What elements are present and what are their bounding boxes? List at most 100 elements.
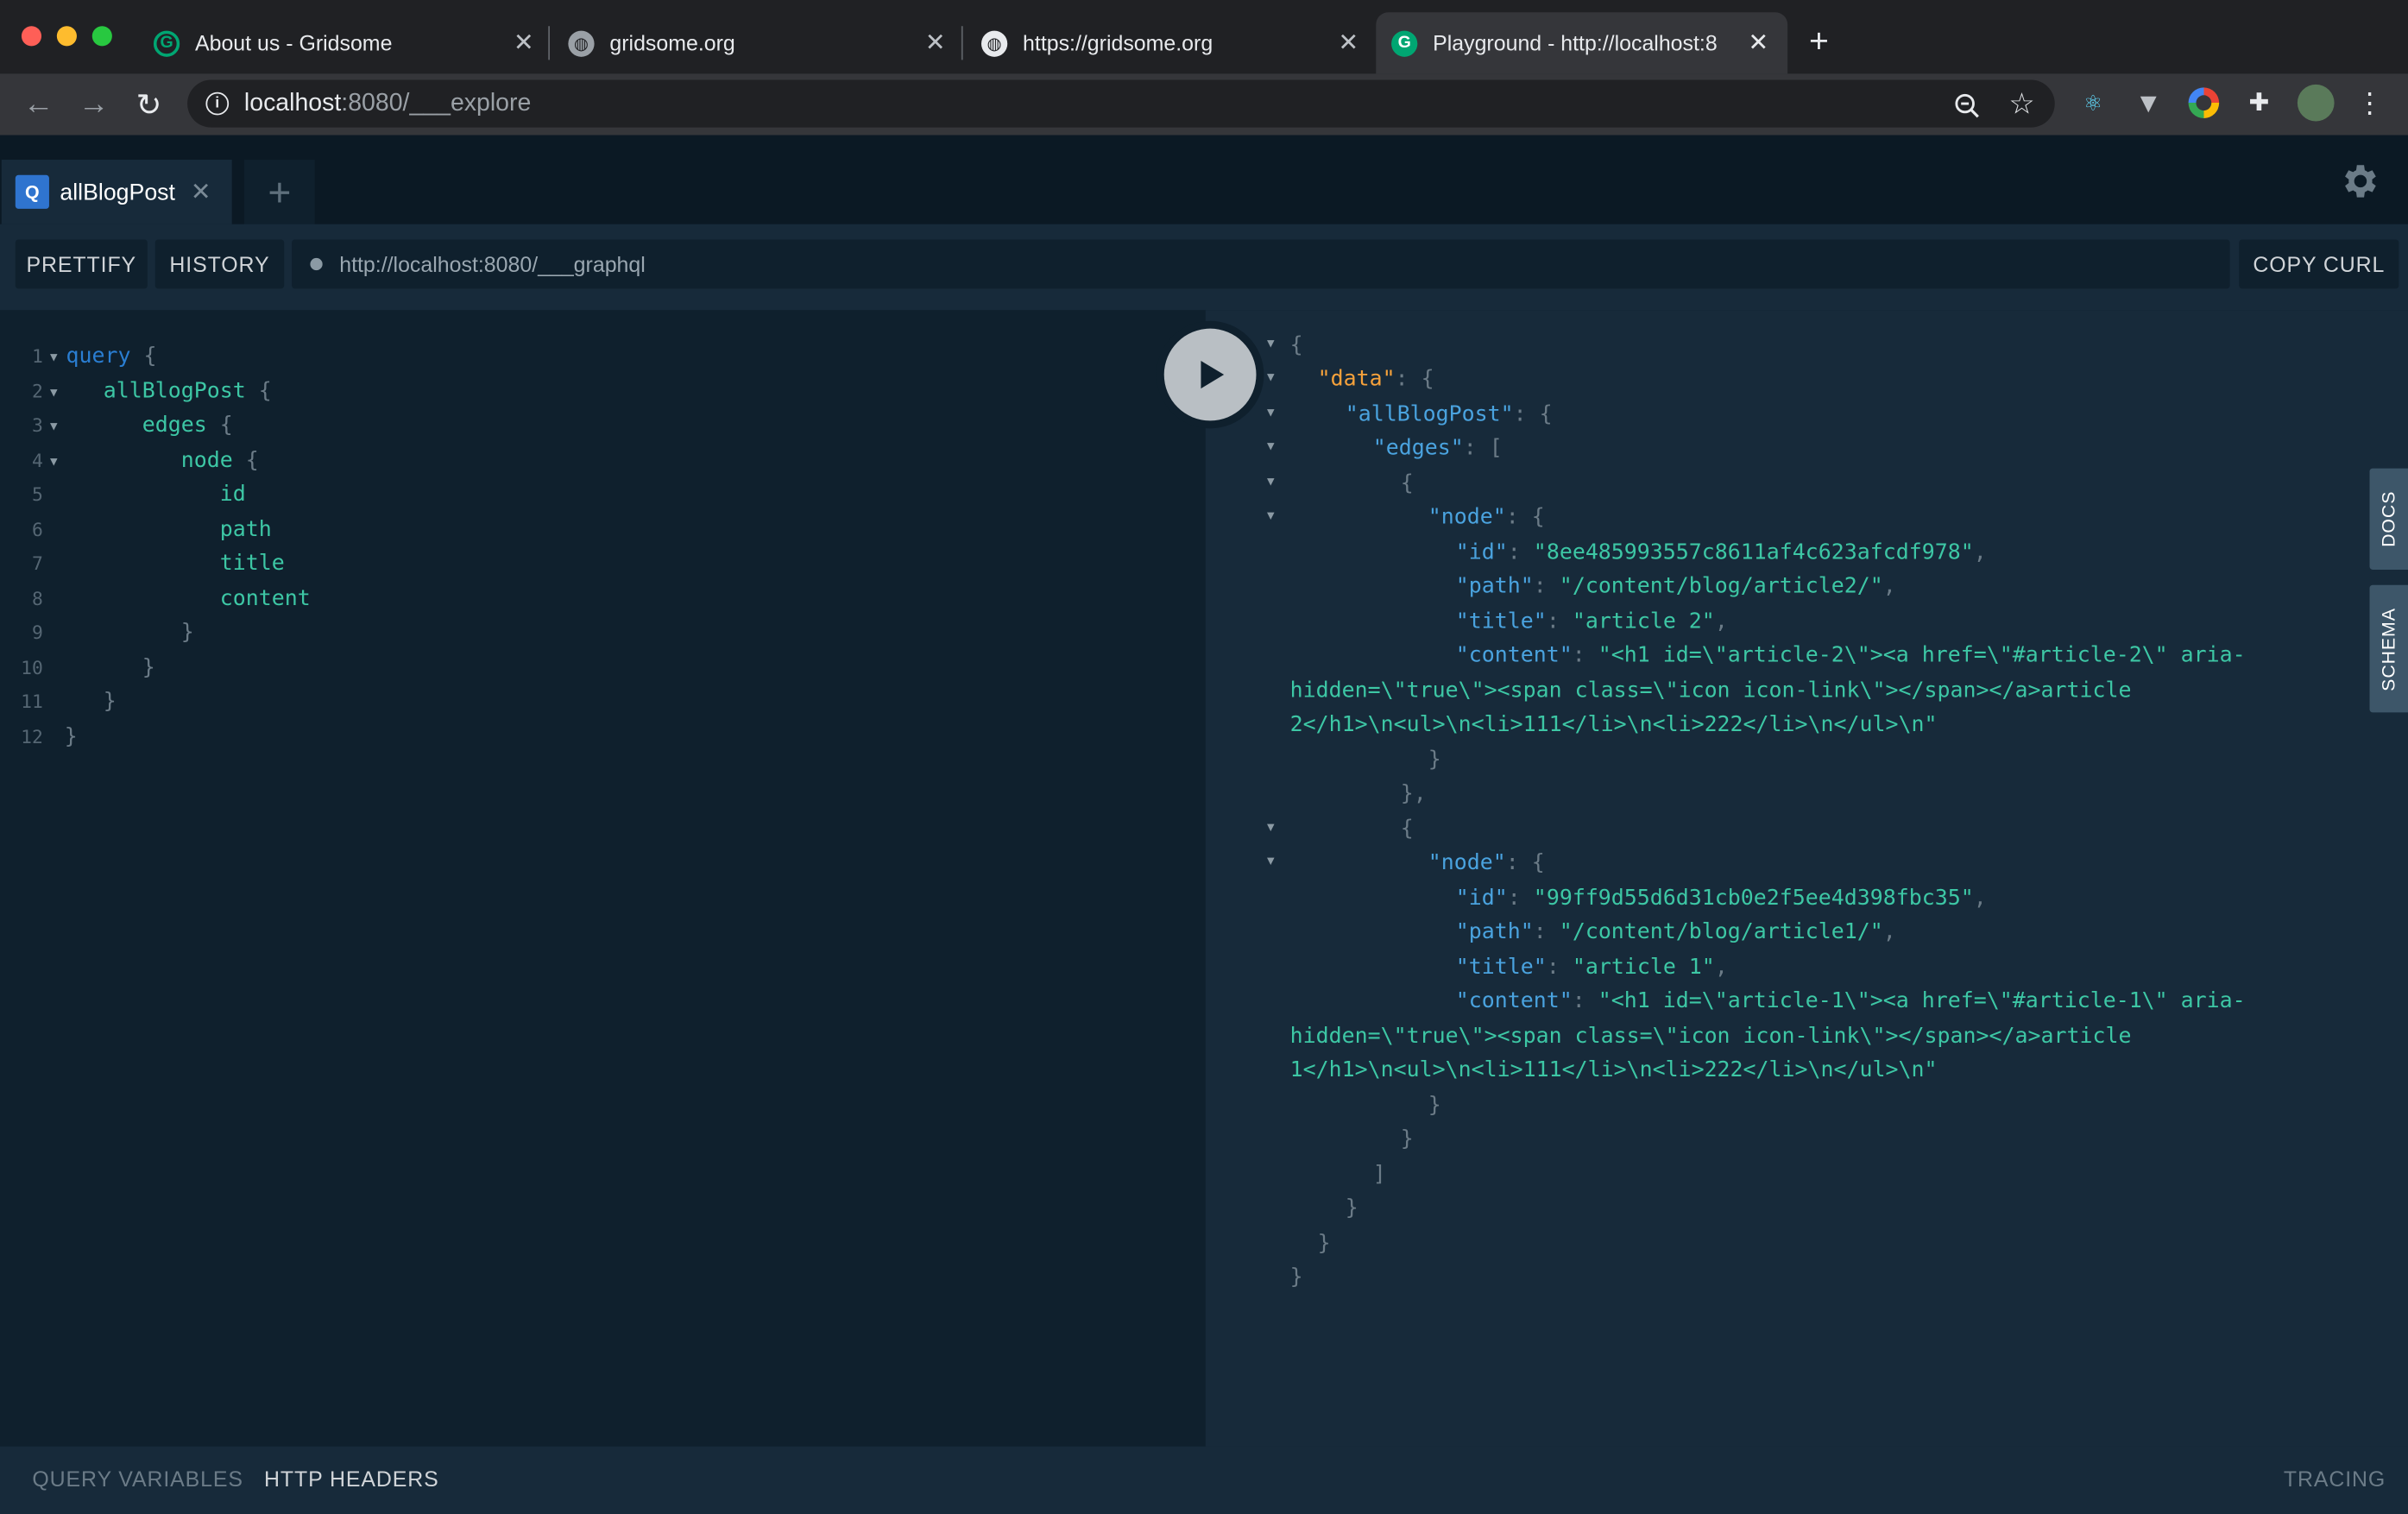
close-icon[interactable]: ✕ bbox=[1744, 28, 1772, 59]
code-line: 3 ▼ edges { bbox=[0, 408, 233, 442]
back-arrow-icon[interactable]: ← bbox=[20, 86, 57, 123]
bookmark-star-icon[interactable]: ☆ bbox=[2008, 87, 2034, 123]
result-viewer[interactable]: ▼ ▼ ▼ ▼ ▼ ▼ ▼ ▼ { "data": { "allBlogPost… bbox=[1205, 310, 2408, 1447]
json-line: { bbox=[1400, 471, 1414, 496]
maximize-window-button[interactable] bbox=[91, 26, 112, 47]
minimize-window-button[interactable] bbox=[56, 26, 77, 47]
json-line: "node": { bbox=[1428, 505, 1545, 530]
query-variables-tab[interactable]: QUERY VARIABLES bbox=[32, 1467, 243, 1491]
field-name: title bbox=[219, 551, 285, 577]
fold-arrow-icon[interactable]: ▼ bbox=[1267, 337, 1275, 350]
fold-arrow-icon[interactable]: ▼ bbox=[1267, 439, 1275, 453]
execute-query-button[interactable] bbox=[1156, 320, 1264, 429]
browser-tab-https-gridsome[interactable]: ◍ https://gridsome.org ✕ bbox=[980, 12, 1362, 73]
result-content-value: "<h1 id=\"article-1\"><a href=\"#article… bbox=[1598, 988, 2246, 1014]
address-bar[interactable]: i localhost:8080/___explore ☆ bbox=[187, 79, 2055, 128]
query-editor[interactable]: 1 ▼ query { 2 ▼ allBlogPost { 3 ▼ edges { 4 ▼… bbox=[0, 310, 1206, 1447]
zoom-icon[interactable] bbox=[1953, 92, 1981, 128]
json-line: "edges": [ bbox=[1372, 436, 1503, 461]
color-picker-icon[interactable] bbox=[2188, 87, 2220, 118]
line-number: 6 bbox=[31, 519, 43, 541]
gridsome-icon: G bbox=[1391, 29, 1418, 56]
browser-toolbar: ← → ↻ i localhost:8080/___explore ☆ bbox=[0, 73, 2408, 136]
fold-arrow-icon[interactable]: ▼ bbox=[1267, 370, 1275, 384]
tab-title: Playground - http://localhost:8 bbox=[1433, 30, 1718, 56]
extensions-puzzle-icon[interactable]: ✚ bbox=[2244, 87, 2275, 118]
json-line: ] bbox=[1372, 1162, 1386, 1188]
keyword-query: query bbox=[66, 344, 131, 369]
code-line: 6 path bbox=[0, 513, 272, 546]
close-icon[interactable]: ✕ bbox=[922, 28, 949, 59]
line-number: 4 bbox=[31, 450, 43, 472]
tab-allblogpost[interactable]: Q allBlogPost ✕ bbox=[1, 160, 232, 224]
query-badge: Q bbox=[15, 174, 49, 209]
new-tab-button[interactable]: + bbox=[1809, 22, 1829, 61]
browser-tab-playground[interactable]: G Playground - http://localhost:8 ✕ bbox=[1376, 12, 1788, 74]
fold-arrow-icon[interactable]: ▼ bbox=[43, 385, 65, 399]
close-icon[interactable]: ✕ bbox=[191, 177, 211, 208]
connection-status-dot bbox=[310, 257, 323, 271]
code-line: 2 ▼ allBlogPost { bbox=[0, 375, 272, 408]
result-content-value: "<h1 id=\"article-2\"><a href=\"#article… bbox=[1598, 643, 2246, 668]
endpoint-url: http://localhost:8080/___graphql bbox=[339, 251, 646, 277]
json-line: "node": { bbox=[1428, 850, 1545, 875]
json-line: } bbox=[1400, 1126, 1414, 1152]
browser-tab-strip: G About us - Gridsome ✕ ◍ gridsome.org ✕… bbox=[0, 0, 2408, 77]
json-line: "id": "8ee485993557c8611af4c623afcdf978"… bbox=[1455, 540, 1987, 565]
tab-divider bbox=[961, 26, 963, 60]
settings-gear-icon[interactable] bbox=[2337, 160, 2380, 203]
endpoint-input[interactable]: http://localhost:8080/___graphql bbox=[292, 239, 2230, 289]
json-line: "path": "/content/blog/article2/", bbox=[1455, 574, 1896, 599]
line-number: 8 bbox=[31, 588, 43, 610]
browser-tab-gridsome-org[interactable]: ◍ gridsome.org ✕ bbox=[568, 12, 949, 73]
profile-avatar[interactable] bbox=[2297, 84, 2335, 122]
browser-tab-about[interactable]: G About us - Gridsome ✕ bbox=[153, 12, 538, 73]
fold-arrow-icon[interactable]: ▼ bbox=[1267, 820, 1275, 834]
playground-action-bar: PRETTIFY HISTORY http://localhost:8080/_… bbox=[0, 224, 2408, 311]
field-name: node bbox=[180, 448, 233, 473]
code-line: 7 title bbox=[0, 546, 285, 580]
app-window: G About us - Gridsome ✕ ◍ gridsome.org ✕… bbox=[0, 0, 2408, 1514]
fold-arrow-icon[interactable]: ▼ bbox=[43, 350, 65, 363]
close-icon[interactable]: ✕ bbox=[510, 28, 538, 59]
vue-devtools-icon[interactable]: ▼ bbox=[2133, 87, 2164, 118]
json-line: hidden=\"true\"><span class=\"icon icon-… bbox=[1290, 674, 2132, 708]
field-name: allBlogPost bbox=[103, 379, 246, 404]
fold-arrow-icon[interactable]: ▼ bbox=[1267, 406, 1275, 420]
fold-arrow-icon[interactable]: ▼ bbox=[43, 454, 65, 468]
menu-kebab-icon[interactable]: ⋮ bbox=[2354, 87, 2386, 118]
fold-arrow-icon[interactable]: ▼ bbox=[1267, 854, 1275, 867]
result-path-value: /content/blog/article1/ bbox=[1572, 919, 1870, 945]
fold-arrow-icon[interactable]: ▼ bbox=[43, 419, 65, 432]
json-line: } bbox=[1428, 748, 1441, 773]
info-icon[interactable]: i bbox=[205, 91, 230, 116]
field-name: id bbox=[219, 482, 246, 508]
code-line: 1 ▼ query { bbox=[0, 339, 157, 373]
schema-side-tab[interactable]: SCHEMA bbox=[2369, 584, 2408, 713]
docs-label: DOCS bbox=[2378, 490, 2400, 547]
close-icon[interactable]: ✕ bbox=[1334, 28, 1362, 59]
tracing-tab[interactable]: TRACING bbox=[2284, 1467, 2386, 1491]
line-number: 2 bbox=[31, 381, 43, 403]
json-line: "title": "article 1", bbox=[1455, 955, 1728, 980]
reload-icon[interactable]: ↻ bbox=[130, 86, 167, 123]
close-window-button[interactable] bbox=[21, 26, 42, 47]
fold-arrow-icon[interactable]: ▼ bbox=[1267, 475, 1275, 489]
prettify-button[interactable]: PRETTIFY bbox=[15, 239, 148, 289]
line-number: 10 bbox=[21, 657, 43, 679]
result-id-value: 8ee485993557c8611af4c623afcdf978 bbox=[1546, 540, 1961, 565]
add-tab-button[interactable]: + bbox=[243, 160, 315, 224]
code-line: 4 ▼ node { bbox=[0, 444, 259, 477]
docs-side-tab[interactable]: DOCS bbox=[2369, 468, 2408, 570]
history-button[interactable]: HISTORY bbox=[154, 239, 285, 289]
react-devtools-icon[interactable]: ⚛ bbox=[2077, 87, 2109, 118]
json-line: "path": "/content/blog/article1/", bbox=[1455, 919, 1896, 945]
http-headers-tab[interactable]: HTTP HEADERS bbox=[264, 1467, 439, 1491]
code-line: 10 } bbox=[0, 651, 155, 684]
fold-arrow-icon[interactable]: ▼ bbox=[1267, 508, 1275, 522]
code-line: 5 id bbox=[0, 477, 246, 511]
forward-arrow-icon[interactable]: → bbox=[75, 86, 112, 123]
code-line: 12} bbox=[0, 720, 78, 754]
url-text[interactable]: localhost:8080/___explore bbox=[244, 90, 531, 117]
copy-curl-button[interactable]: COPY CURL bbox=[2239, 239, 2399, 289]
